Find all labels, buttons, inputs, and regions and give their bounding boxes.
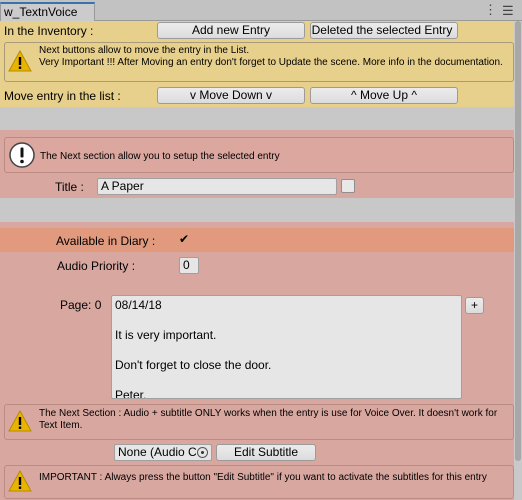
window-tab-title: w_TextnVoice [4,5,78,19]
audio-priority-input[interactable]: 0 [179,257,199,274]
add-entry-button[interactable]: Add new Entry [157,22,305,39]
important-warning-text: IMPORTANT : Always press the button "Edi… [39,472,487,483]
page-label: Page: 0 [60,298,102,312]
title-checkbox[interactable] [341,179,355,193]
scrollbar-thumb[interactable] [515,21,521,461]
page-line: 08/14/18 [115,298,162,312]
page-text-area[interactable]: 08/14/18 It is very important. Don't for… [111,295,462,399]
entry-info-text: The Next section allow you to setup the … [40,151,280,162]
window-tab[interactable]: w_TextnVoice [0,2,95,21]
move-entry-label: Move entry in the list : [4,89,121,103]
warning-icon [8,410,32,432]
inventory-label: In the Inventory : [4,24,94,38]
move-up-button[interactable]: ^ Move Up ^ [310,87,458,104]
available-label: Available in Diary : [56,234,156,248]
audio-warning-text: The Next Section : Audio + subtitle ONLY… [39,408,498,431]
title-input[interactable]: A Paper [97,178,337,195]
move-warning-text: Next buttons allow to move the entry in … [39,45,503,68]
delete-entry-button[interactable]: Deleted the selected Entry [310,22,458,39]
audio-clip-value: None (Audio C [118,445,197,459]
page-line: Don't forget to close the door. [115,358,272,372]
info-exclamation-icon [9,142,35,168]
edit-subtitle-button[interactable]: Edit Subtitle [216,444,316,461]
tab-options-icon[interactable]: ☰ [502,3,516,18]
object-picker-icon[interactable] [197,447,208,458]
kebab-menu-icon[interactable]: ⋮ [484,3,497,18]
title-label: Title : [55,180,84,194]
available-checkbox[interactable]: ✔ [177,233,191,247]
page-line: It is very important. [115,328,217,342]
audio-priority-label: Audio Priority : [57,259,136,273]
warning-icon [8,470,32,492]
warning-icon [8,50,32,72]
add-page-button[interactable]: + [465,297,484,314]
move-down-button[interactable]: v Move Down v [157,87,305,104]
page-line: Peter. [115,388,147,399]
